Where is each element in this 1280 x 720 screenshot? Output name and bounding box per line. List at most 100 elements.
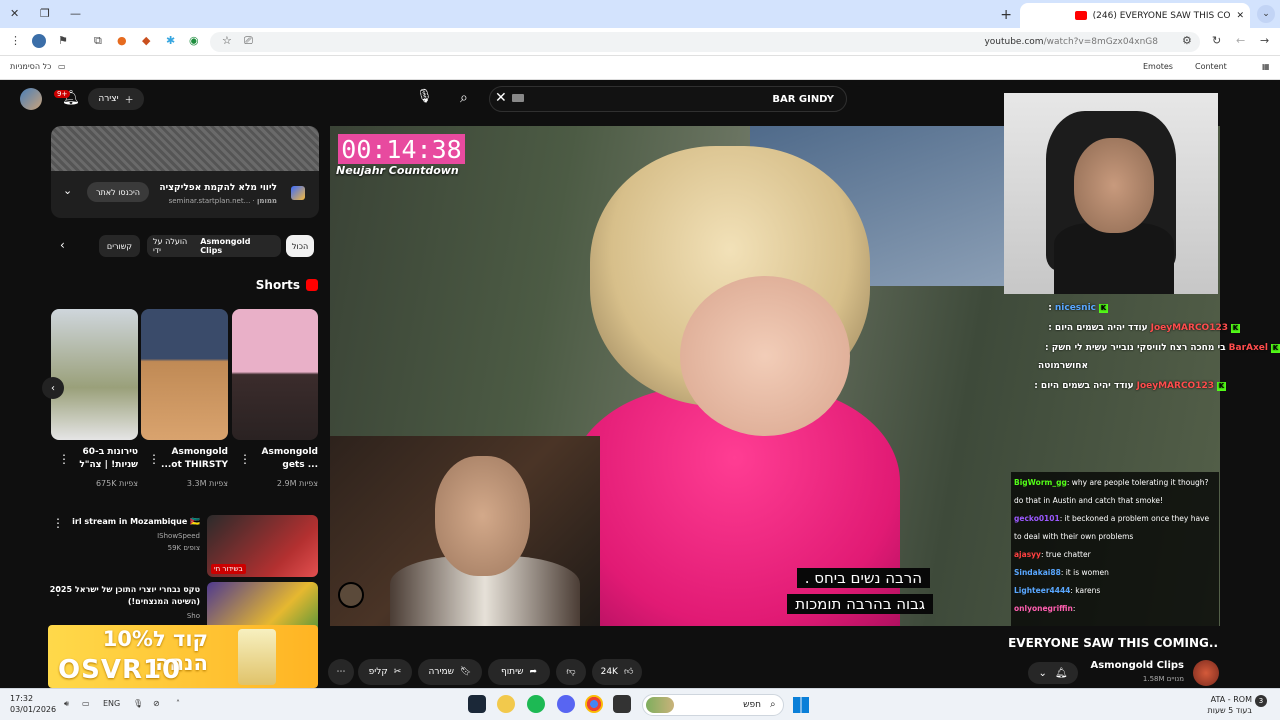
grid-icon[interactable]: ▦ <box>1262 62 1270 71</box>
shorts-prev-icon[interactable]: ‹ <box>42 377 64 399</box>
twitch-text-3: : true chatter <box>1040 550 1091 559</box>
back-icon[interactable]: → <box>1260 34 1269 47</box>
bookmark-star-icon[interactable]: ☆ <box>222 34 232 47</box>
kick-user-2: JoeyMARCO123 <box>1150 323 1228 333</box>
visit-site-button[interactable]: היכנסו לאתר <box>87 182 149 202</box>
search-icon[interactable]: ⌕ <box>460 90 468 106</box>
extension-green-icon[interactable]: ◉ <box>189 34 199 47</box>
short-title-2[interactable]: Asmongold ...ot THIRSTY <box>148 446 228 472</box>
ad-card[interactable]: ליווי מלא להקמת אפליקציה seminar.startpl… <box>51 126 319 218</box>
clip-button[interactable]: קליפ ✂ <box>358 659 412 685</box>
like-button[interactable]: 24K 👍︎ <box>592 659 642 685</box>
chips-scroll-left-icon[interactable]: ‹ <box>60 238 65 252</box>
language-indicator[interactable]: ENG <box>103 699 120 708</box>
forward-icon[interactable]: ← <box>1236 34 1245 47</box>
share-label: שיתוף <box>500 667 524 677</box>
create-button[interactable]: יצירה ＋ <box>88 88 144 110</box>
short-thumbnail-2[interactable] <box>141 309 228 440</box>
short-thumbnail-3[interactable] <box>232 309 318 440</box>
weather-badge: 3 <box>1255 695 1267 707</box>
task-view-icon[interactable] <box>613 695 631 713</box>
tray-expand-icon[interactable]: ˄ <box>176 699 180 708</box>
shorts-icon <box>306 279 318 291</box>
related-title-2[interactable]: טקס נבחרי יוצרי התוכן של ישראל 2025 (השי… <box>40 584 200 608</box>
short-views-3: 2.9M צפיות <box>276 479 318 488</box>
volume-icon[interactable]: 🔊︎ <box>64 699 69 709</box>
windows-start-icon[interactable] <box>793 697 809 713</box>
dislike-button[interactable]: 👎︎ <box>556 659 586 685</box>
discord-app-icon[interactable] <box>557 695 575 713</box>
chip-all[interactable]: הכול <box>286 235 315 257</box>
url-field[interactable]: youtube.com/watch?v=8mGzx04xnG8 <box>210 32 1200 52</box>
short-2-menu-icon[interactable]: ⋮ <box>148 452 160 466</box>
twitch-user-6: onlyonegriffin <box>1014 604 1073 613</box>
subtitle-line-1: הרבה נשים ביחס . <box>796 568 930 588</box>
keyboard-icon[interactable] <box>512 94 524 102</box>
share-button[interactable]: שיתוף ➦ <box>488 659 550 685</box>
minimize-window-icon[interactable]: — <box>70 7 81 20</box>
short-3-menu-icon[interactable]: ⋮ <box>239 452 251 466</box>
restore-window-icon[interactable]: ❐ <box>40 7 50 20</box>
webcam-body <box>1054 223 1174 294</box>
short-1-menu-icon[interactable]: ⋮ <box>58 452 70 466</box>
bookmark-content[interactable]: Content <box>1195 62 1227 71</box>
clear-search-icon[interactable]: ✕ <box>495 90 507 106</box>
kick-badge-icon: K <box>1099 303 1108 313</box>
search-input[interactable]: BAR GINDY <box>489 86 847 112</box>
profile-icon[interactable] <box>32 34 46 48</box>
active-tab[interactable]: (246) EVERYONE SAW THIS CO ✕ <box>1020 3 1250 28</box>
kick-user-3: BarAxel <box>1228 343 1268 353</box>
kick-msg-1: : <box>1048 303 1052 313</box>
extension-red-icon[interactable]: ◆ <box>142 34 150 47</box>
related-title-1[interactable]: irl stream in Mozambique 🇲🇿 <box>40 516 200 528</box>
channel-avatar[interactable] <box>1193 660 1219 686</box>
bookmark-emotes[interactable]: Emotes <box>1143 62 1173 71</box>
kick-chat-row-2: : עודד יהיה בשמים היום JoeyMARCO123 K <box>1048 323 1240 333</box>
tab-search-icon[interactable]: ⌄ <box>1257 5 1275 23</box>
extension-blue-icon[interactable]: ✱ <box>166 34 175 47</box>
ad-title[interactable]: ליווי מלא להקמת אפליקציה <box>159 183 277 193</box>
chip-related[interactable]: קשורים <box>99 235 140 257</box>
mic-tray-icon[interactable]: 🎙︎ <box>133 699 143 708</box>
related-channel-2[interactable]: Sho <box>187 612 200 620</box>
chrome-app-icon[interactable] <box>585 695 603 713</box>
clock[interactable]: 17:32 03/01/2026 <box>10 693 56 715</box>
twitch-msg-4: Sindakai88: it is women <box>1014 564 1214 582</box>
more-actions-button[interactable]: ⋯ <box>328 659 354 685</box>
new-tab-icon[interactable]: + <box>1000 7 1012 23</box>
bell-icon: 🔔︎ <box>1054 667 1068 679</box>
channel-name-text: Asmongold Clips <box>1090 660 1184 671</box>
close-window-icon[interactable]: ✕ <box>10 7 19 20</box>
no-sync-icon[interactable]: ⊘ <box>153 699 160 708</box>
related-1-menu-icon[interactable]: ⋮ <box>52 516 64 530</box>
steam-app-icon[interactable] <box>468 695 486 713</box>
chevron-down-icon: ⌄ <box>1038 667 1047 679</box>
extension-orange-icon[interactable]: ● <box>117 34 127 47</box>
microphone-icon[interactable]: 🎙︎ <box>416 89 433 104</box>
close-tab-icon[interactable]: ✕ <box>1236 11 1244 21</box>
save-button[interactable]: שמירה 🔖︎ <box>418 659 482 685</box>
channel-subscribers: 1.58M מנויים <box>1142 675 1184 683</box>
network-icon[interactable]: ▭ <box>82 699 90 708</box>
chip-uploaded-label: הועלה על ידי <box>153 237 188 255</box>
related-channel-1[interactable]: IShowSpeed <box>157 532 200 540</box>
account-avatar[interactable] <box>20 88 42 110</box>
extension-icon[interactable]: ⚑ <box>58 34 68 47</box>
app-icon-yellow[interactable] <box>497 695 515 713</box>
related-2-menu-icon[interactable]: ⋮ <box>52 584 64 598</box>
reload-icon[interactable]: ↻ <box>1212 34 1221 47</box>
cast-icon[interactable]: ⎚ <box>244 34 253 48</box>
related-thumbnail-1[interactable]: בשידור חי <box>207 515 318 577</box>
short-title-1[interactable]: טירונות ב-60 שניות! | צה"ל <box>58 446 138 472</box>
all-bookmarks[interactable]: כל הסימניות <box>10 62 51 71</box>
weather-widget[interactable]: ATA - ROM בעוד 5 שעות <box>1208 694 1252 716</box>
subscription-bell-button[interactable]: ⌄ 🔔︎ <box>1028 662 1078 684</box>
short-thumbnail-1[interactable] <box>51 309 138 440</box>
site-settings-icon[interactable]: ⚙ <box>1182 34 1192 47</box>
chip-uploaded-by[interactable]: הועלה על ידי Asmongold Clips <box>147 235 281 257</box>
menu-dots-icon[interactable]: ⋮ <box>10 34 21 47</box>
channel-name[interactable]: Asmongold Clips <box>1090 660 1184 671</box>
puzzle-icon[interactable]: ⧉ <box>94 34 102 48</box>
chevron-down-icon[interactable]: ⌄ <box>63 184 72 197</box>
spotify-app-icon[interactable] <box>527 695 545 713</box>
